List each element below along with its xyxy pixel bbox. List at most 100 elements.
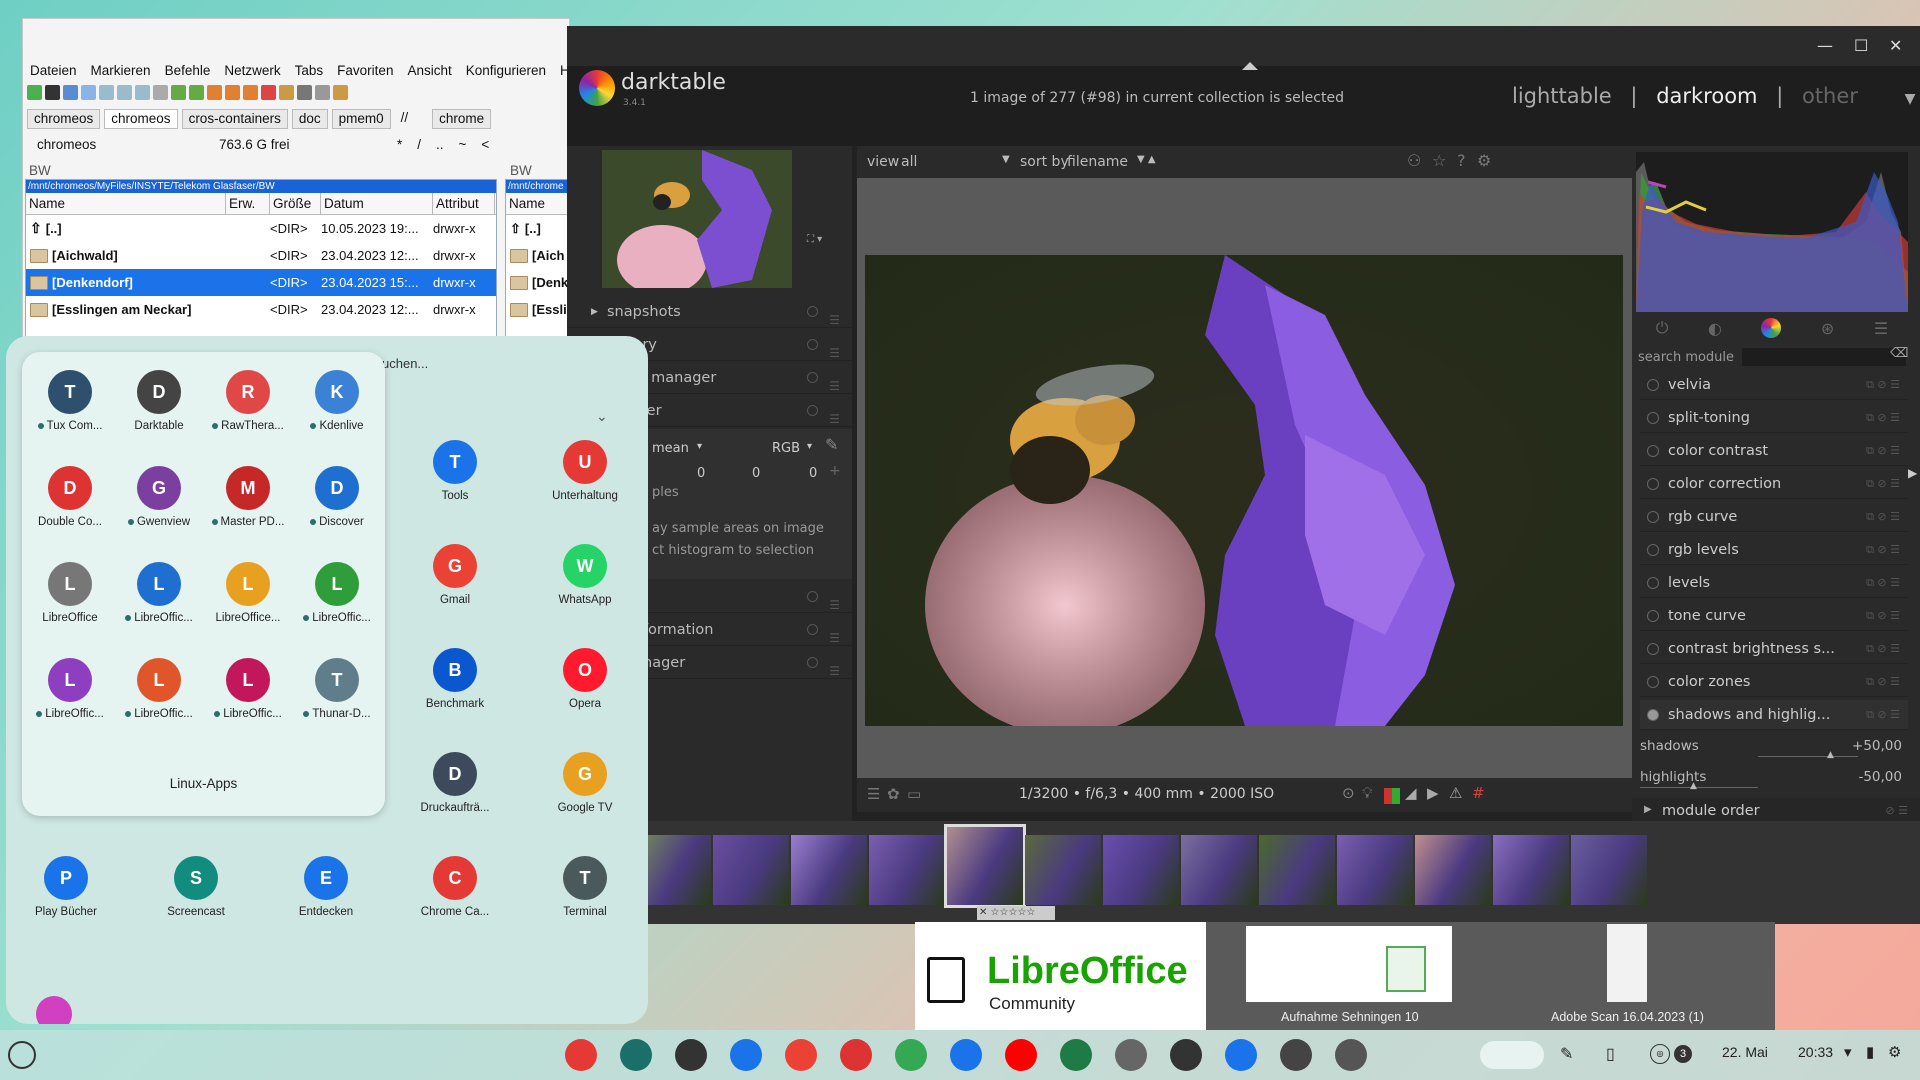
chrome-icon[interactable] <box>565 1039 597 1071</box>
restrict-histogram-toggle[interactable]: ct histogram to selection <box>652 543 814 558</box>
app-gmail[interactable]: G Gmail <box>410 544 500 606</box>
phone-hub-icon[interactable]: ▯ <box>1606 1044 1615 1064</box>
date[interactable]: 22. Mai <box>1722 1044 1768 1060</box>
chevron-down-icon[interactable]: ⌄ <box>596 408 608 425</box>
display-samples-toggle[interactable]: ay sample areas on image <box>652 521 824 536</box>
terminal-icon[interactable] <box>1170 1039 1202 1071</box>
view-other[interactable]: other <box>1802 84 1858 108</box>
filmstrip-thumbnail[interactable] <box>944 824 1026 908</box>
chevron-down-icon[interactable]: ▼ <box>1905 91 1916 107</box>
picker-colorspace[interactable]: RGB <box>772 441 800 456</box>
config-icon[interactable] <box>333 85 348 100</box>
excel-icon[interactable] <box>1060 1039 1092 1071</box>
module-actions-icon[interactable]: ⧉ ⊘ ☰ <box>1866 403 1900 433</box>
filmstrip-thumbnail[interactable] <box>1415 835 1491 905</box>
app-chrome-canvas[interactable]: C Chrome Ca... <box>410 856 500 918</box>
list-item[interactable]: [Essli <box>506 296 569 323</box>
app-libreoffice-math[interactable]: L LibreOffic... <box>203 658 293 720</box>
main-photo[interactable] <box>865 255 1623 726</box>
power-icon[interactable] <box>1647 709 1659 721</box>
app-master-pdf[interactable]: M Master PD... <box>203 466 293 528</box>
menu-netzwerk[interactable]: Netzwerk <box>217 61 287 81</box>
brief-view-icon[interactable] <box>99 85 114 100</box>
list-item[interactable]: [Denk <box>506 269 569 296</box>
list-item[interactable]: [Aich <box>506 242 569 269</box>
module-actions-icon[interactable]: ⧉ ⊘ ☰ <box>1866 370 1900 400</box>
menu-befehle[interactable]: Befehle <box>158 61 218 81</box>
col-size[interactable]: Größe <box>270 193 321 214</box>
slider-shadows[interactable]: shadows +50,00 ▲ <box>1640 732 1908 760</box>
app-double-commander[interactable]: D Double Co... <box>25 466 115 528</box>
table-row[interactable]: [Esslingen am Neckar] <DIR> 23.04.2023 1… <box>26 296 496 323</box>
base-group-icon[interactable]: ◐ <box>1708 319 1722 338</box>
power-icon[interactable] <box>1647 478 1659 490</box>
copy-icon[interactable] <box>225 85 240 100</box>
col-name-right[interactable]: Name <box>506 193 569 214</box>
power-icon[interactable] <box>1647 643 1659 655</box>
reset-icon[interactable] <box>807 372 818 383</box>
select-icon[interactable] <box>153 85 168 100</box>
filmstrip-thumbnail[interactable] <box>1025 835 1101 905</box>
binoculars-icon[interactable] <box>297 85 312 100</box>
app-benchmark-folder[interactable]: B Benchmark <box>410 648 500 710</box>
module-contrast-brightness[interactable]: contrast brightness s... ⧉ ⊘ ☰ <box>1640 634 1908 664</box>
table-row[interactable]: ⇧ [..] <DIR> 10.05.2023 19:... drwxr-x <box>26 215 496 242</box>
menu-markieren[interactable]: Markieren <box>84 61 158 81</box>
power-icon[interactable] <box>1647 379 1659 391</box>
module-actions-icon[interactable]: ⧉ ⊘ ☰ <box>1866 700 1900 730</box>
power-icon[interactable] <box>1647 445 1659 457</box>
app-partial-icon[interactable] <box>36 996 72 1024</box>
presets-icon[interactable]: ☰ <box>1874 319 1888 338</box>
youtube-icon[interactable] <box>1005 1039 1037 1071</box>
slider-highlights[interactable]: highlights -50,00 ▲ <box>1640 763 1908 791</box>
app-libreoffice-writer[interactable]: L LibreOffic... <box>114 562 204 624</box>
view-icon[interactable] <box>81 85 96 100</box>
app-google-tv[interactable]: G Google TV <box>540 752 630 814</box>
filmstrip-thumbnail[interactable] <box>1181 835 1257 905</box>
color-group-icon[interactable] <box>1761 318 1782 338</box>
picker-mode[interactable]: mean <box>652 441 689 456</box>
filmstrip-thumbnail[interactable] <box>1337 835 1413 905</box>
maximize-icon[interactable]: ☐ <box>1854 36 1868 55</box>
app-libreoffice-draw[interactable]: L LibreOffic... <box>114 658 204 720</box>
eyedropper-icon[interactable]: ✎ <box>825 435 838 454</box>
col-name[interactable]: Name <box>26 193 226 214</box>
col-date[interactable]: Datum <box>321 193 433 214</box>
tab-pmem0[interactable]: pmem0 <box>331 109 391 129</box>
app-screencast[interactable]: S Screencast <box>151 856 241 918</box>
menu-ansicht[interactable]: Ansicht <box>400 61 458 81</box>
app-rawtherapee[interactable]: R RawThera... <box>203 370 293 432</box>
star-icon[interactable]: ☆ <box>1432 151 1446 170</box>
view-filter[interactable]: all <box>901 154 917 170</box>
app-explore[interactable]: E Entdecken <box>281 856 371 918</box>
module-actions-icon[interactable]: ⧉ ⊘ ☰ <box>1866 601 1900 631</box>
reset-icon[interactable] <box>807 657 818 668</box>
network-icon[interactable] <box>675 1039 707 1071</box>
tab-chromeos-1[interactable]: chromeos <box>27 109 101 129</box>
app-play-books[interactable]: P Play Bücher <box>21 856 111 918</box>
darktable-icon[interactable] <box>1280 1039 1312 1071</box>
power-icon[interactable] <box>1647 511 1659 523</box>
minimize-icon[interactable]: — <box>1817 36 1833 55</box>
view-darkroom[interactable]: darkroom <box>1656 84 1757 108</box>
clear-icon[interactable]: ⌫ <box>1890 346 1908 361</box>
tote-icon[interactable] <box>1480 1041 1544 1069</box>
app-libreoffice-base[interactable]: L LibreOffic... <box>25 658 115 720</box>
reset-icon[interactable] <box>807 624 818 635</box>
app-discover[interactable]: D Discover <box>292 466 382 528</box>
move-icon[interactable] <box>243 85 258 100</box>
filmstrip-thumbnail[interactable] <box>1493 835 1569 905</box>
app-terminal[interactable]: T Terminal <box>540 856 630 918</box>
filmstrip-thumbnail[interactable] <box>791 835 867 905</box>
tab-root[interactable]: // <box>395 109 415 129</box>
presets-icon[interactable]: ☰ <box>829 655 840 687</box>
archive-icon[interactable] <box>279 85 294 100</box>
app-entertainment-folder[interactable]: U Unterhaltung <box>540 440 630 502</box>
preview-aufnahme-thumb[interactable] <box>1246 926 1452 1002</box>
reset-icon[interactable] <box>807 339 818 350</box>
battery-icon[interactable]: ▮ <box>1866 1043 1874 1061</box>
filmstrip-thumbnail[interactable] <box>869 835 945 905</box>
bulb-icon[interactable]: 💡︎ <box>1362 784 1373 802</box>
module-actions-icon[interactable]: ⧉ ⊘ ☰ <box>1866 436 1900 466</box>
app-libreoffice-calc[interactable]: L LibreOffic... <box>292 562 382 624</box>
